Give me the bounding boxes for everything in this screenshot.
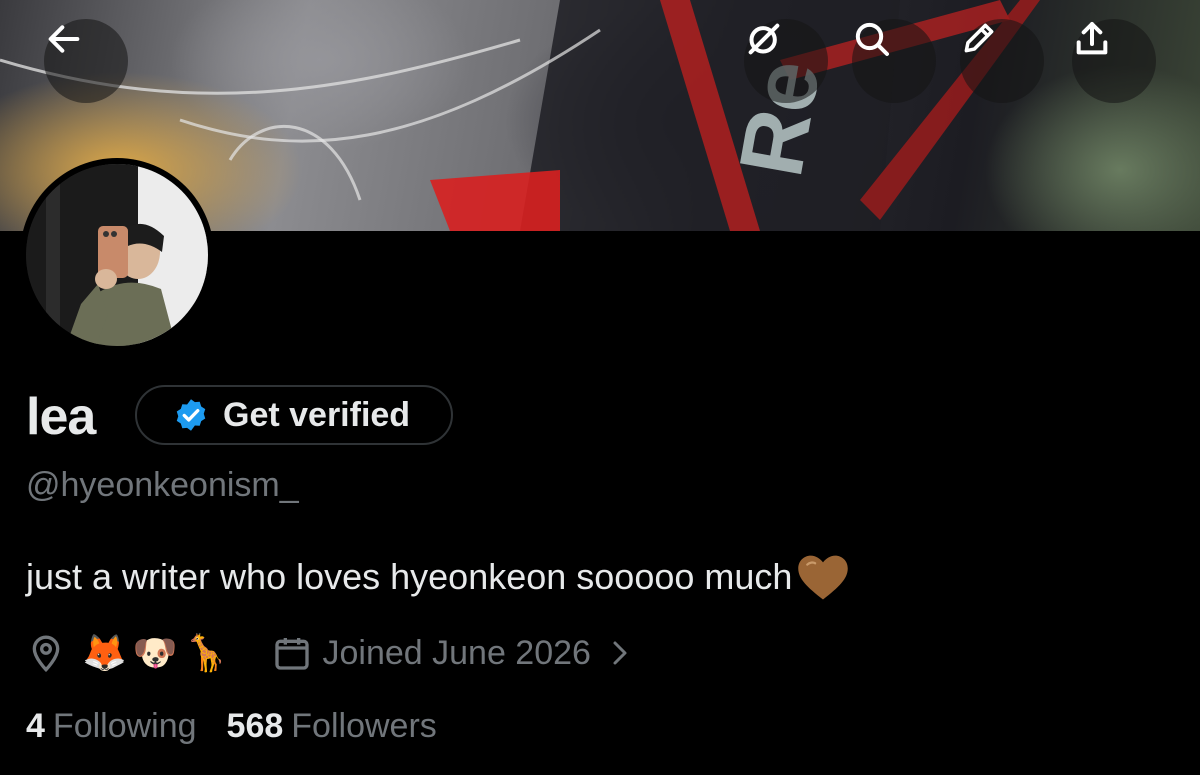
back-button[interactable] xyxy=(44,19,128,103)
search-button[interactable] xyxy=(852,19,936,103)
avatar-photo xyxy=(26,164,208,346)
profile-meta: 🦊 🐶 🦒 Joined June 2026 xyxy=(26,626,635,680)
edit-pencil-icon xyxy=(964,23,994,53)
display-name: lea xyxy=(26,388,96,446)
share-upload-icon xyxy=(1076,22,1108,55)
follow-stats: 4 Following 568 Followers xyxy=(26,707,437,746)
edit-button[interactable] xyxy=(960,19,1044,103)
username-handle: @hyeonkeonism_ xyxy=(26,466,299,504)
brown-heart-icon xyxy=(798,555,849,600)
following-count: 4 xyxy=(26,707,45,745)
get-verified-label: Get verified xyxy=(223,395,411,434)
followers-count: 568 xyxy=(226,707,284,745)
chevron-right-icon[interactable] xyxy=(605,638,635,668)
calendar-icon xyxy=(275,638,310,670)
back-arrow-icon xyxy=(48,25,80,53)
verified-badge-icon xyxy=(176,399,206,431)
search-icon xyxy=(855,22,889,56)
grok-icon xyxy=(748,23,780,55)
grok-button[interactable] xyxy=(744,19,828,103)
following-link[interactable]: 4 Following xyxy=(26,707,197,746)
location-emoji-giraffe: 🦒 xyxy=(183,632,229,673)
location-emoji-fox: 🦊 xyxy=(82,632,127,673)
followers-label: Followers xyxy=(291,707,437,745)
following-label: Following xyxy=(52,707,197,745)
location-pin-icon xyxy=(32,635,60,673)
bio-text: just a writer who loves hyeonkeon sooooo… xyxy=(26,556,793,597)
location-emoji-dog: 🐶 xyxy=(132,632,178,673)
bio: just a writer who loves hyeonkeon sooooo… xyxy=(26,552,850,602)
share-button[interactable] xyxy=(1072,19,1156,103)
followers-link[interactable]: 568 Followers xyxy=(227,707,437,746)
avatar[interactable] xyxy=(20,158,214,352)
joined-date[interactable]: Joined June 2026 xyxy=(322,634,590,673)
get-verified-button[interactable]: Get verified xyxy=(135,385,453,445)
